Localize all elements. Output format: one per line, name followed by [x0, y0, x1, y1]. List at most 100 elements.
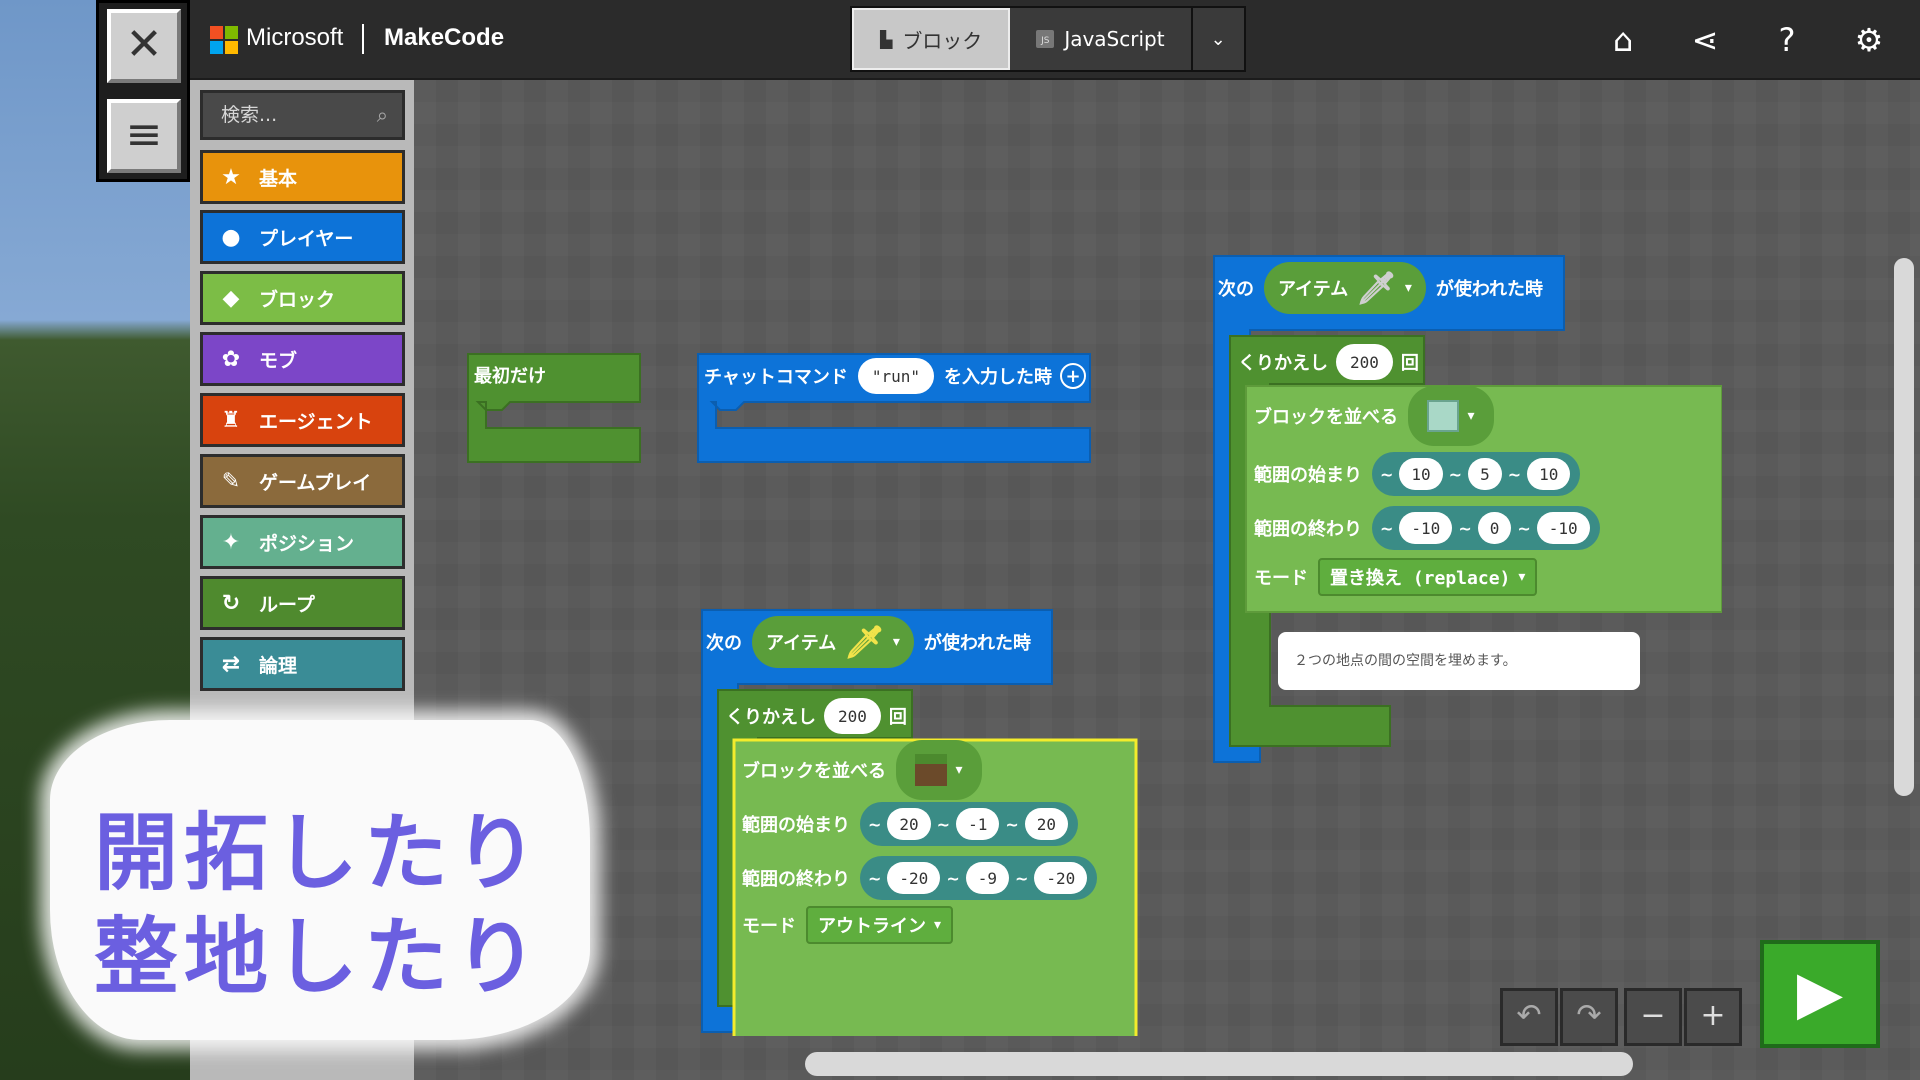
help-icon[interactable]: ? — [1746, 21, 1828, 59]
category-8[interactable]: ⇄ 論理 — [200, 637, 405, 691]
to-y[interactable]: 0 — [1477, 512, 1512, 544]
from-z[interactable]: 20 — [1024, 808, 1069, 840]
editor-dropdown-button[interactable]: ⌄ — [1193, 8, 1244, 70]
caption-overlay: 開拓したり 整地したり — [50, 720, 590, 1040]
settings-icon[interactable]: ⚙ — [1828, 21, 1910, 59]
from-row-top: 範囲の始まり ~ 10 ~ 5 ~ 10 — [1254, 452, 1581, 496]
fill-header-top: ブロックを並べる ▾ — [1254, 386, 1494, 446]
from-y[interactable]: -1 — [956, 808, 1000, 840]
brand-microsoft: Microsoft — [246, 24, 344, 51]
item-label: アイテム — [766, 633, 837, 654]
category-5[interactable]: ✎ ゲームプレイ — [200, 454, 405, 508]
when-prefix: 次の — [1218, 279, 1254, 300]
brand-makecode[interactable]: MakeCode — [384, 24, 504, 52]
dropdown-arrow-icon: ▾ — [934, 917, 942, 933]
vertical-scrollbar[interactable] — [1894, 258, 1914, 796]
category-6[interactable]: ✦ ポジション — [200, 515, 405, 569]
to-z[interactable]: -10 — [1536, 512, 1590, 544]
to-label: 範囲の終わり — [742, 869, 850, 890]
mode-value: アウトライン — [818, 916, 926, 937]
dropdown-arrow-icon: ▾ — [892, 634, 900, 650]
on-start-block[interactable]: 最初だけ — [464, 350, 644, 466]
mode-label: モード — [742, 916, 796, 937]
to-y[interactable]: -9 — [965, 862, 1009, 894]
search-placeholder: 検索... — [221, 104, 278, 126]
top-bar: Microsoft MakeCode ▙ ブロック JS JavaScript … — [190, 0, 1920, 80]
close-icon[interactable]: ✕ — [107, 9, 181, 83]
item-used-block-bottom[interactable]: 次の アイテム 🗡 ▾ が使われた時 くりかえし 200 回 ブロックを並べる … — [698, 606, 1148, 1054]
category-3[interactable]: ✿ モブ — [200, 332, 405, 386]
mode-dropdown[interactable]: 置き換え (replace) ▾ — [1318, 558, 1538, 596]
caption-line-2: 整地したり — [94, 908, 545, 1006]
redo-icon[interactable]: ↷ — [1560, 988, 1618, 1046]
repeat-count-input[interactable]: 200 — [1336, 344, 1393, 380]
chevron-down-icon: ⌄ — [1210, 28, 1226, 50]
category-4[interactable]: ♜ エージェント — [200, 393, 405, 447]
when-suffix: が使われた時 — [923, 633, 1031, 654]
category-2[interactable]: ◆ ブロック — [200, 271, 405, 325]
from-position: ~ 20 ~ -1 ~ 20 — [860, 802, 1079, 846]
category-label: ブロック — [259, 288, 336, 311]
side-button-panel: ✕ ≡ — [96, 0, 190, 182]
mode-value: 置き換え (replace) — [1330, 568, 1511, 589]
hamburger-menu-icon[interactable]: ≡ — [107, 99, 181, 173]
from-x[interactable]: 20 — [887, 808, 931, 840]
tilde-label: ~ — [1507, 464, 1522, 484]
undo-icon[interactable]: ↶ — [1500, 988, 1558, 1046]
block-type-selector[interactable]: ▾ — [1408, 386, 1494, 446]
iron-sword-icon: 🗡 — [1356, 269, 1397, 307]
to-x[interactable]: -10 — [1399, 512, 1453, 544]
dropdown-arrow-icon: ▾ — [1404, 280, 1412, 296]
mode-dropdown[interactable]: アウトライン ▾ — [806, 906, 954, 944]
repeat-header-top: くりかえし 200 回 — [1238, 344, 1419, 380]
chat-command-header: チャットコマンド "run" を入力した時 + — [704, 358, 1086, 394]
zoom-out-icon[interactable]: − — [1624, 988, 1682, 1046]
category-icon: ⇄ — [221, 651, 241, 677]
share-icon[interactable]: ⋖ — [1664, 21, 1746, 59]
category-7[interactable]: ↻ ループ — [200, 576, 405, 630]
horizontal-scrollbar[interactable] — [805, 1052, 1633, 1076]
tilde-label: ~ — [1458, 518, 1472, 538]
zoom-in-icon[interactable]: + — [1684, 988, 1742, 1046]
from-y[interactable]: 5 — [1468, 458, 1502, 490]
category-1[interactable]: ● プレイヤー — [200, 210, 405, 264]
tab-blocks[interactable]: ▙ ブロック — [852, 8, 1011, 70]
category-0[interactable]: ★ 基本 — [200, 150, 405, 204]
glass-block-icon — [1427, 400, 1460, 432]
block-type-selector[interactable]: ▾ — [896, 740, 982, 800]
category-icon: ● — [221, 224, 241, 250]
fill-label: ブロックを並べる — [742, 761, 886, 782]
mode-label: モード — [1254, 568, 1308, 589]
from-x[interactable]: 10 — [1399, 458, 1443, 490]
to-z[interactable]: -20 — [1034, 862, 1088, 894]
dropdown-arrow-icon: ▾ — [1518, 569, 1526, 585]
add-parameter-icon[interactable]: + — [1060, 363, 1086, 389]
search-input[interactable]: 検索... ⌕ — [200, 90, 405, 140]
tilde-label: ~ — [1005, 814, 1019, 834]
category-label: ループ — [259, 593, 315, 616]
to-x[interactable]: -20 — [887, 862, 941, 894]
dropdown-arrow-icon: ▾ — [1467, 408, 1475, 424]
fill-label: ブロックを並べる — [1254, 407, 1398, 428]
chat-command-value[interactable]: "run" — [857, 358, 934, 394]
to-position: ~ -20 ~ -9 ~ -20 — [860, 856, 1098, 900]
puzzle-icon: ▙ — [880, 29, 893, 49]
gold-sword-icon: 🗡 — [844, 623, 885, 661]
item-used-block-top[interactable]: 次の アイテム 🗡 ▾ が使われた時 くりかえし 200 回 ブロックを並べる … — [1210, 252, 1723, 772]
editor-toggle: ▙ ブロック JS JavaScript ⌄ — [850, 6, 1246, 72]
from-z[interactable]: 10 — [1527, 458, 1571, 490]
search-icon: ⌕ — [376, 103, 388, 127]
repeat-label: くりかえし — [1238, 353, 1328, 374]
repeat-count-input[interactable]: 200 — [824, 698, 881, 734]
run-button[interactable]: ▶ — [1760, 940, 1880, 1048]
repeat-label: くりかえし — [726, 707, 816, 728]
item-selector[interactable]: アイテム 🗡 ▾ — [1264, 262, 1426, 314]
tab-javascript[interactable]: JS JavaScript — [1010, 8, 1193, 70]
item-selector[interactable]: アイテム 🗡 ▾ — [752, 616, 914, 668]
home-icon[interactable]: ⌂ — [1582, 21, 1664, 59]
tilde-label: ~ — [1380, 464, 1394, 484]
top-icon-group: ⌂ ⋖ ? ⚙ — [1582, 0, 1910, 80]
blocks-workspace[interactable]: 最初だけ チャットコマンド "run" を入力した時 + 次の アイテム 🗡 ▾… — [414, 80, 1920, 1080]
tilde-label: ~ — [868, 868, 882, 888]
chat-command-block[interactable]: チャットコマンド "run" を入力した時 + — [694, 350, 1094, 466]
